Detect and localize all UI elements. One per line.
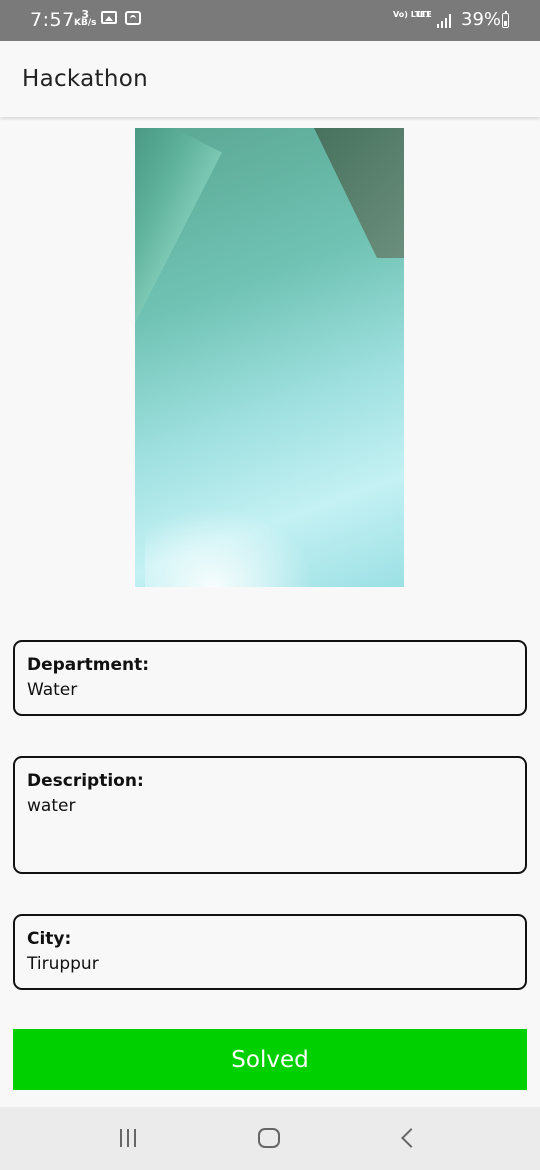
app-title: Hackathon [22, 66, 148, 92]
report-photo [135, 128, 404, 587]
back-icon[interactable] [401, 1128, 421, 1148]
status-bar: 7:57 3 KB/s Vo) LTE1 LTE 39% [0, 0, 540, 41]
battery-percent: 39% [461, 9, 502, 30]
lte-indicator: LTE [417, 10, 432, 19]
battery-icon [502, 11, 509, 28]
recents-icon[interactable] [120, 1129, 140, 1149]
home-icon[interactable] [258, 1128, 280, 1148]
network-speed-unit: KB/s [74, 18, 97, 28]
photo-glow [145, 507, 315, 587]
city-value: Tiruppur [27, 954, 99, 974]
city-field: City: Tiruppur [13, 914, 527, 990]
city-label: City: [27, 929, 72, 949]
network-speed: 3 KB/s [74, 9, 97, 28]
department-label: Department: [27, 655, 150, 675]
description-value: water [27, 796, 76, 816]
solved-button[interactable]: Solved [13, 1029, 527, 1090]
photo-frame [314, 128, 404, 258]
status-time: 7:57 [30, 9, 75, 31]
description-field: Description: water [13, 756, 527, 874]
navigation-bar [0, 1107, 540, 1170]
signal-icon [437, 13, 453, 28]
gallery-icon [101, 11, 117, 24]
department-value: Water [27, 680, 78, 700]
description-label: Description: [27, 771, 144, 791]
department-field: Department: Water [13, 640, 527, 716]
app-bar: Hackathon [0, 41, 540, 117]
wifi-icon [125, 11, 141, 25]
